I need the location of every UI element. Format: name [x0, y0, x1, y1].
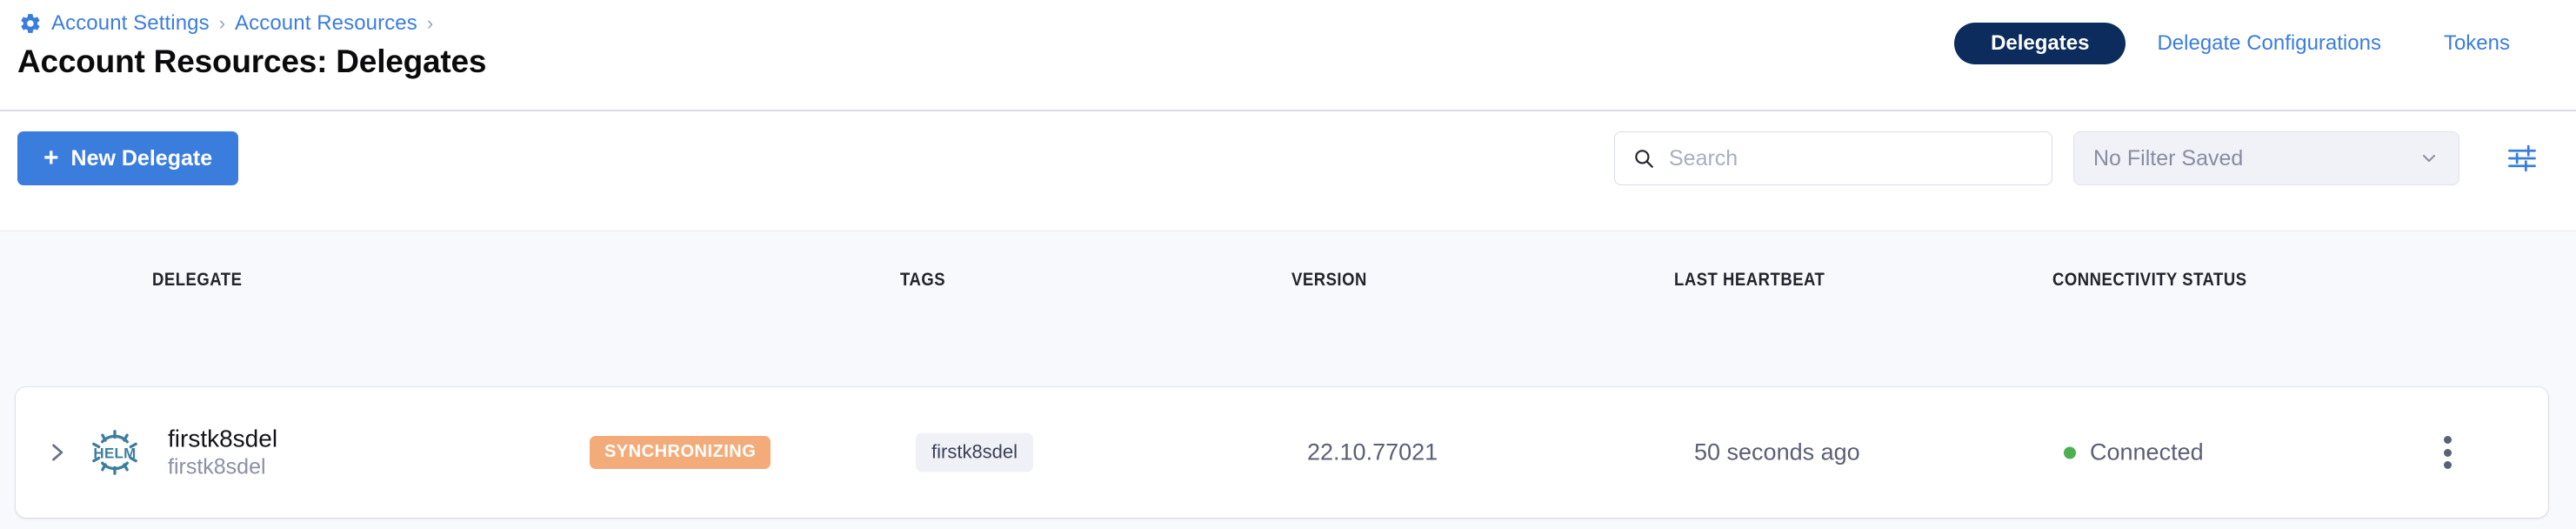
breadcrumb-separator: ›	[218, 12, 226, 34]
helm-icon: HELM	[88, 425, 142, 479]
filter-settings-button[interactable]	[2506, 144, 2538, 172]
saved-filter-value: No Filter Saved	[2093, 145, 2244, 171]
tab-delegates[interactable]: Delegates	[1954, 23, 2126, 64]
new-delegate-label: New Delegate	[70, 145, 213, 171]
breadcrumb-item-account-settings[interactable]: Account Settings	[51, 11, 210, 36]
page-header: Account Settings › Account Resources › A…	[0, 0, 2576, 111]
column-header-connectivity-status: CONNECTIVITY STATUS	[2052, 270, 2247, 290]
delegate-name: firstk8sdel	[168, 425, 278, 452]
delegate-version: 22.10.77021	[1307, 439, 1438, 465]
breadcrumb: Account Settings › Account Resources ›	[19, 10, 433, 37]
status-badge: SYNCHRONIZING	[590, 436, 771, 469]
sliders-icon	[2508, 144, 2536, 172]
plus-icon: +	[43, 144, 59, 172]
delegates-page: Account Settings › Account Resources › A…	[0, 0, 2576, 529]
tab-delegate-configurations[interactable]: Delegate Configurations	[2126, 23, 2412, 64]
saved-filter-select[interactable]: No Filter Saved	[2073, 131, 2459, 185]
column-header-last-heartbeat: LAST HEARTBEAT	[1674, 270, 1825, 290]
status-dot-icon	[2064, 446, 2076, 459]
toolbar: + New Delegate No Filter Saved	[0, 111, 2576, 231]
gear-icon	[19, 12, 42, 35]
more-vertical-icon[interactable]	[2430, 433, 2465, 472]
search-box[interactable]	[1614, 131, 2052, 185]
delegate-sub-name: firstk8sdel	[168, 454, 266, 479]
search-icon	[1632, 147, 1655, 170]
table-row[interactable]: HELM firstk8sdel firstk8sdel SYNCHRONIZI…	[16, 387, 2548, 518]
column-header-version: VERSION	[1291, 270, 1367, 290]
page-title: Account Resources: Delegates	[17, 44, 487, 79]
table-header-row: DELEGATE TAGS VERSION LAST HEARTBEAT CON…	[0, 232, 2576, 328]
new-delegate-button[interactable]: + New Delegate	[17, 131, 239, 185]
connectivity-status-label: Connected	[2090, 439, 2204, 465]
breadcrumb-item-account-resources[interactable]: Account Resources	[235, 11, 417, 36]
header-tabs: Delegates Delegate Configurations Tokens	[1954, 23, 2541, 64]
delegates-table: DELEGATE TAGS VERSION LAST HEARTBEAT CON…	[0, 232, 2576, 529]
search-input[interactable]	[1669, 145, 2034, 171]
chevron-down-icon	[2419, 148, 2439, 169]
column-header-tags: TAGS	[900, 270, 946, 290]
delegate-name-group: firstk8sdel firstk8sdel	[168, 424, 277, 480]
breadcrumb-separator-2: ›	[426, 12, 434, 34]
column-header-delegate: DELEGATE	[152, 270, 243, 290]
chevron-right-icon[interactable]	[44, 440, 69, 465]
connectivity-status: Connected	[2064, 439, 2204, 466]
svg-text:HELM: HELM	[93, 445, 136, 461]
tag-chip: firstk8sdel	[916, 432, 1034, 472]
delegate-last-heartbeat: 50 seconds ago	[1694, 439, 1860, 465]
tab-tokens[interactable]: Tokens	[2412, 23, 2541, 64]
